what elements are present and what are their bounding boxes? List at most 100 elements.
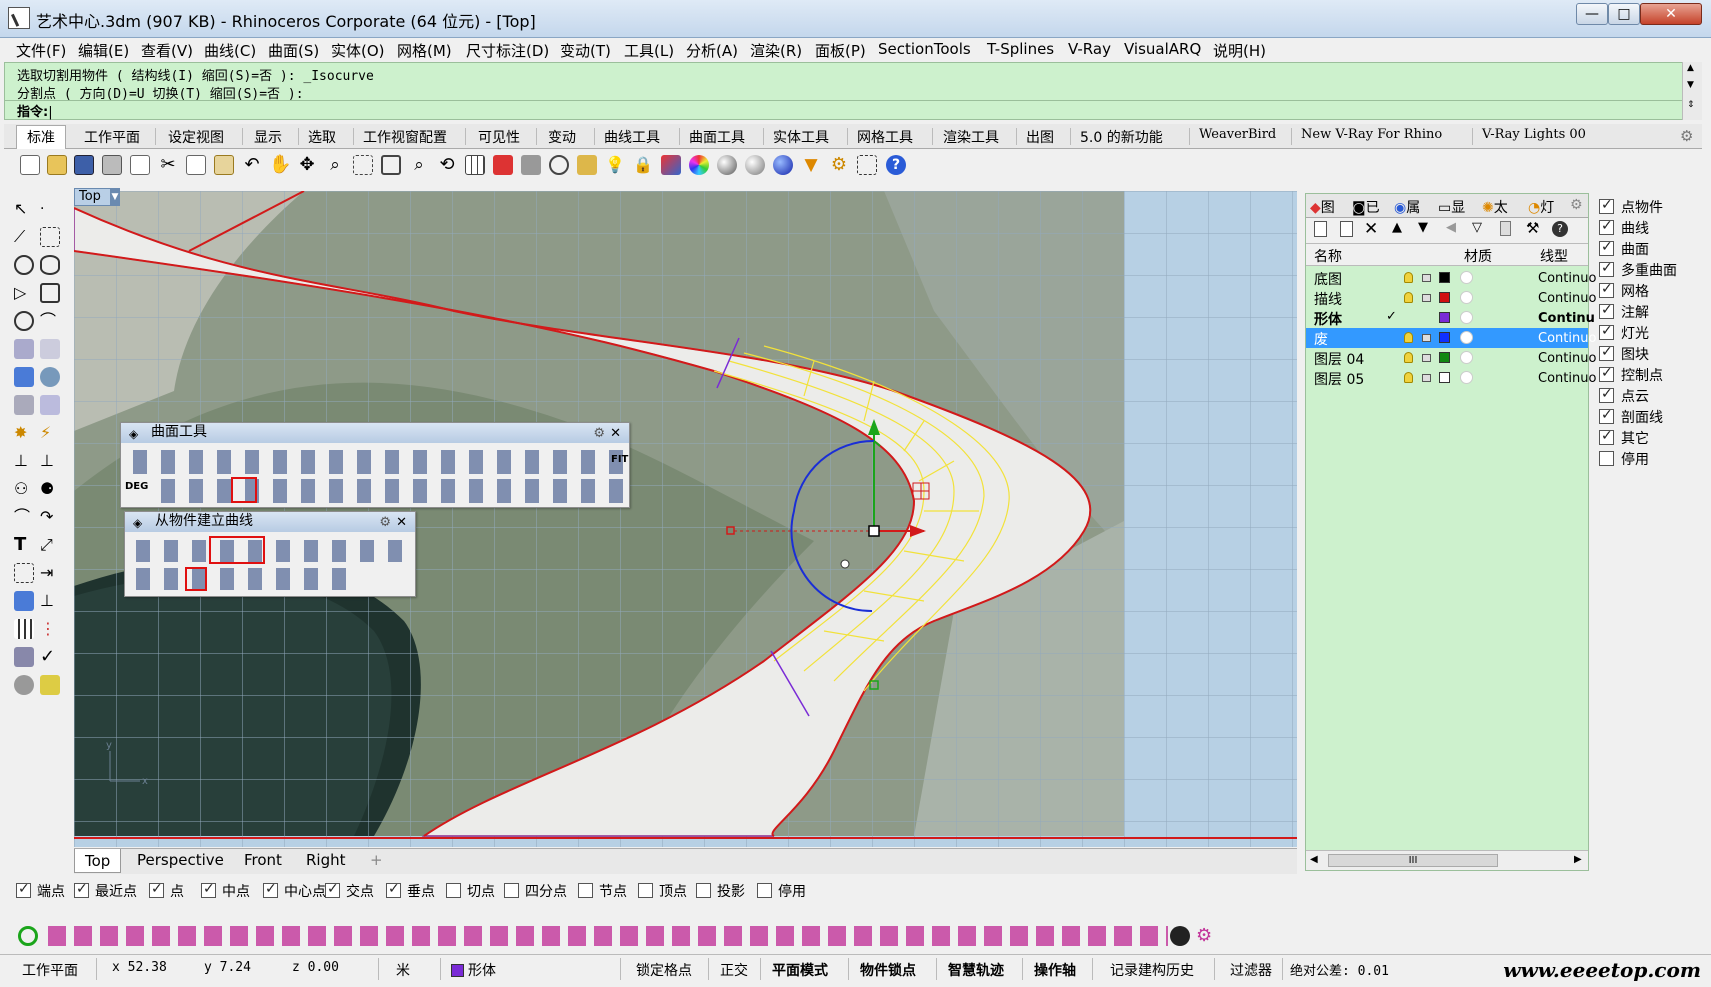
layer-material-icon[interactable]: [1460, 291, 1473, 304]
layer-linetype[interactable]: Continuo: [1538, 291, 1596, 306]
surface-tools-row-2[interactable]: [155, 479, 625, 503]
command-prompt[interactable]: 指令:|: [17, 101, 53, 120]
panel-tab-lights[interactable]: ◔灯: [1528, 197, 1554, 217]
status-planar[interactable]: 平面模式: [772, 960, 828, 980]
osnap-checkbox[interactable]: [446, 883, 461, 898]
move-icon[interactable]: ⊥: [14, 451, 34, 471]
shaded-view-icon[interactable]: [521, 155, 541, 175]
four-viewports-icon[interactable]: [465, 155, 485, 175]
panel-tab-layers[interactable]: ◆图: [1310, 197, 1335, 217]
dimension-icon[interactable]: ⤢: [40, 535, 60, 555]
menu-curve[interactable]: 曲线(C): [204, 40, 256, 61]
filter-checkbox[interactable]: [1599, 365, 1614, 382]
tab-vray-lights[interactable]: V-Ray Lights 00: [1482, 127, 1586, 142]
analyze-icon[interactable]: ⇥: [40, 563, 60, 583]
isocurve-tools-highlight[interactable]: [209, 536, 265, 564]
zoom-extents-icon[interactable]: [381, 155, 401, 175]
osnap-checkbox[interactable]: [578, 883, 593, 898]
filter-checkbox[interactable]: [1599, 302, 1614, 319]
layer-lock-icon[interactable]: [1422, 374, 1431, 382]
new-file-icon[interactable]: [20, 155, 40, 175]
viewport-tab-right[interactable]: Right: [306, 851, 346, 869]
surface-tools-header[interactable]: ◈ 曲面工具 ⚙ ✕: [121, 423, 629, 443]
mesh-tools-icon[interactable]: [40, 395, 60, 415]
check-icon[interactable]: ✓: [40, 647, 60, 667]
osnap-checkbox[interactable]: [757, 883, 772, 898]
render-preview-icon[interactable]: [14, 675, 34, 695]
osnap-checkbox[interactable]: [149, 881, 164, 898]
object-properties-icon[interactable]: [549, 155, 569, 175]
layer-lock-icon[interactable]: [1422, 274, 1431, 282]
gumball-menu-handle[interactable]: [840, 559, 850, 569]
select-objects-icon[interactable]: [577, 155, 597, 175]
menu-transform[interactable]: 变动(T): [560, 40, 611, 61]
color-wheel-icon[interactable]: [689, 155, 709, 175]
curves-from-objects-header[interactable]: ◈ 从物件建立曲线 ⚙ ✕: [125, 512, 415, 532]
menu-tools[interactable]: 工具(L): [624, 40, 674, 61]
minimize-button[interactable]: —: [1576, 3, 1608, 25]
osnap-checkbox[interactable]: [16, 881, 31, 898]
filter-checkbox[interactable]: [1599, 451, 1614, 466]
osnap-checkbox[interactable]: [696, 883, 711, 898]
highlighted-tool-highlight[interactable]: [231, 477, 257, 503]
render-sphere-icon[interactable]: [717, 155, 737, 175]
undo-view-icon[interactable]: ⟲: [437, 155, 457, 175]
layer-row[interactable]: 图层 05 Continuo: [1306, 368, 1596, 389]
column-material-header[interactable]: 材质: [1464, 246, 1492, 266]
tab-display[interactable]: 显示: [254, 127, 282, 147]
layer-color-swatch[interactable]: [1439, 372, 1450, 383]
point-grid-icon[interactable]: [14, 619, 34, 639]
dimension-tool-icon[interactable]: [857, 155, 877, 175]
menu-solid[interactable]: 实体(O): [331, 40, 385, 61]
toolbar-gear-icon[interactable]: ⚙: [593, 424, 605, 443]
layer-visible-bulb-icon[interactable]: [1404, 332, 1413, 343]
layer-name[interactable]: 图层 05: [1314, 369, 1364, 389]
menu-visualarq[interactable]: VisualARQ: [1124, 40, 1201, 58]
layer-visible-bulb-icon[interactable]: [1404, 272, 1413, 283]
layer-material-icon[interactable]: [1460, 311, 1473, 324]
menu-dimension[interactable]: 尺寸标注(D): [466, 40, 549, 61]
ruler-icon[interactable]: ⊥: [40, 591, 60, 611]
print-icon[interactable]: [102, 155, 122, 175]
undo-icon[interactable]: ↶: [242, 155, 262, 175]
menu-edit[interactable]: 编辑(E): [78, 40, 129, 61]
column-linetype-header[interactable]: 线型: [1540, 246, 1568, 266]
circle-icon[interactable]: [14, 255, 34, 275]
tab-transform[interactable]: 变动: [548, 127, 576, 147]
menu-vray[interactable]: V-Ray: [1068, 40, 1111, 58]
layer-color-swatch[interactable]: [1439, 272, 1450, 283]
new-layer-icon[interactable]: [1314, 221, 1327, 237]
osnap-checkbox[interactable]: [74, 881, 89, 898]
zoom-window-icon[interactable]: [353, 155, 373, 175]
viewport-tab-add[interactable]: +: [370, 851, 383, 869]
osnap-checkbox[interactable]: [325, 881, 340, 898]
viewport-title-tab[interactable]: Top ▼: [74, 188, 120, 206]
scroll-up-icon[interactable]: ▲: [1687, 63, 1694, 73]
maximize-button[interactable]: □: [1608, 3, 1640, 25]
command-scrollbar[interactable]: ▲ ▼ ⇕: [1682, 62, 1702, 120]
menu-file[interactable]: 文件(F): [16, 40, 66, 61]
group-icon[interactable]: ⚇: [14, 479, 34, 499]
layer-linetype[interactable]: Continuo: [1538, 271, 1596, 286]
panel-tab-properties[interactable]: ◉属: [1394, 197, 1420, 217]
menu-tsplines[interactable]: T-Splines: [987, 40, 1054, 58]
scroll-down-icon[interactable]: ▼: [1687, 80, 1694, 90]
rectangle-icon[interactable]: [40, 283, 60, 303]
toolbar-close-icon[interactable]: ✕: [396, 513, 407, 532]
tools-icon[interactable]: ⚒: [1526, 219, 1539, 237]
panel-tab-named-views[interactable]: ◙已: [1352, 197, 1380, 217]
layer-linetype[interactable]: Continuo: [1538, 351, 1596, 366]
layer-help-icon[interactable]: ?: [1552, 221, 1568, 237]
power-icon[interactable]: [18, 926, 38, 946]
array-icon[interactable]: ⚈: [40, 479, 60, 499]
column-name-header[interactable]: 名称: [1314, 246, 1342, 266]
scroll-right-icon[interactable]: ▶: [1574, 854, 1582, 865]
point-icon[interactable]: ·: [40, 199, 60, 219]
status-gumball[interactable]: 操作轴: [1034, 960, 1076, 980]
panel-gear-icon[interactable]: ⚙: [1570, 197, 1583, 213]
layer-row[interactable]: 形体 ✓ Continu: [1306, 308, 1595, 328]
toolbar-settings-gear-icon[interactable]: ⚙: [1680, 127, 1693, 145]
filter-checkbox[interactable]: [1599, 260, 1614, 277]
current-layer-checkmark[interactable]: ✓: [1386, 309, 1397, 324]
tab-standard[interactable]: 标准: [16, 125, 66, 149]
